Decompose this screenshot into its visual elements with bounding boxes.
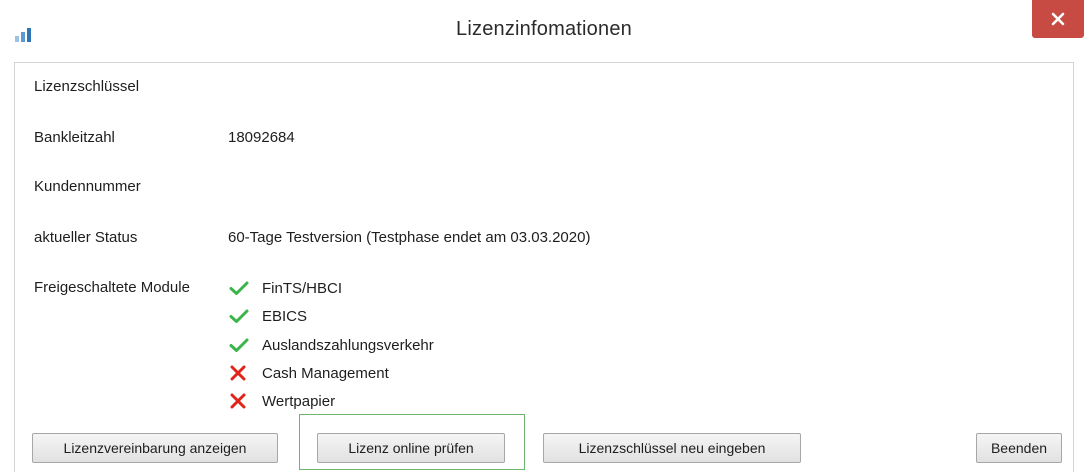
status-label: aktueller Status [34,229,138,246]
cross-icon [230,393,246,409]
module-item: Cash Management [228,363,389,383]
reenter-license-key-button[interactable]: Lizenzschlüssel neu eingeben [543,433,801,463]
customer-number-label: Kundennummer [34,178,141,195]
window-title: Lizenzinfomationen [456,18,632,40]
module-item: EBICS [228,306,307,326]
module-name: Wertpapier [262,392,336,410]
license-key-label: Lizenzschlüssel [34,78,140,95]
checkmark-icon [229,338,249,352]
module-item: FinTS/HBCI [228,278,342,298]
modules-label: Freigeschaltete Module [34,279,190,296]
module-item: Wertpapier [228,391,335,411]
module-name: EBICS [262,307,308,325]
dialog-panel [14,62,1074,472]
status-value: 60-Tage Testversion (Testphase endet am … [228,229,591,246]
bank-code-value: 18092684 [228,129,295,146]
quit-button[interactable]: Beenden [976,433,1062,463]
check-license-online-button[interactable]: Lizenz online prüfen [317,433,505,463]
title-bar: Lizenzinfomationen [0,0,1088,62]
bank-code-label: Bankleitzahl [34,129,115,146]
module-name: FinTS/HBCI [262,279,343,297]
close-icon [1051,12,1065,26]
module-item: Auslandszahlungsverkehr [228,335,434,355]
checkmark-icon [229,281,249,295]
show-license-agreement-button[interactable]: Lizenzvereinbarung anzeigen [32,433,278,463]
cross-icon [230,365,246,381]
module-name: Auslandszahlungsverkehr [262,336,434,354]
checkmark-icon [229,309,249,323]
module-name: Cash Management [262,364,389,382]
close-button[interactable] [1032,0,1084,38]
